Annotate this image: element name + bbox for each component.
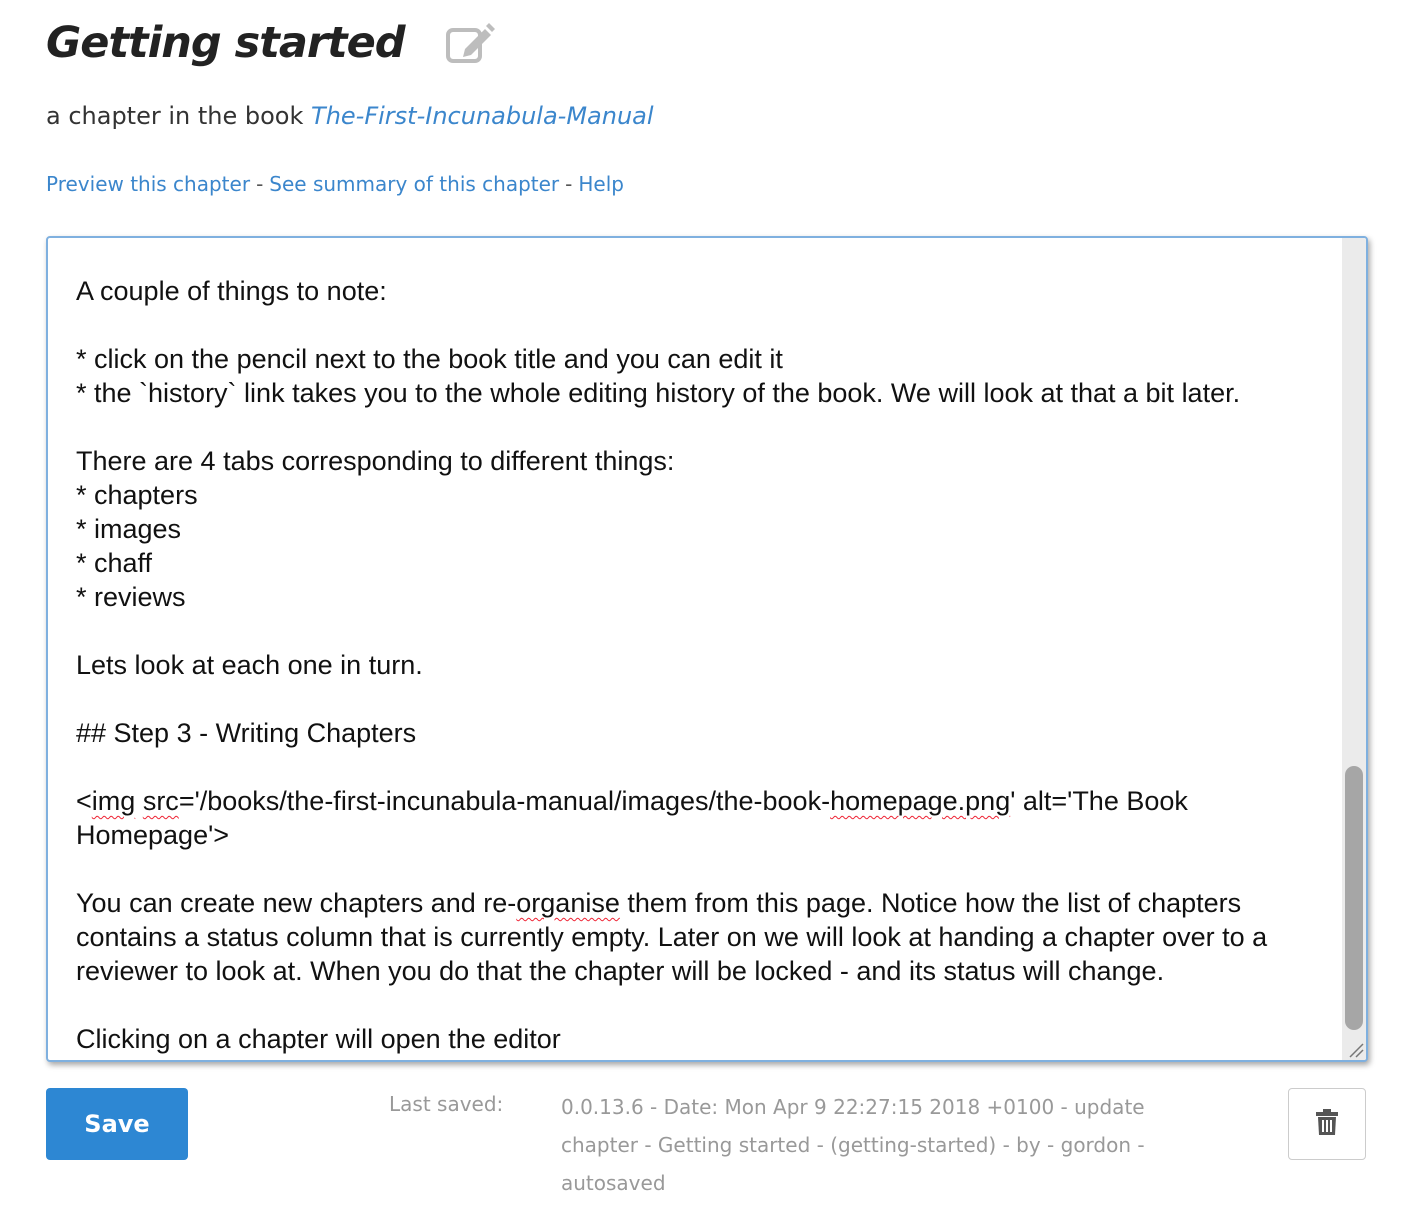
subtitle-prefix: a chapter in the book — [46, 102, 304, 130]
help-link[interactable]: Help — [578, 172, 624, 196]
editor-content[interactable]: A couple of things to note: * click on t… — [76, 274, 1322, 1056]
chapter-editor-textarea[interactable]: A couple of things to note: * click on t… — [46, 236, 1368, 1062]
editor-text-fragment: < — [76, 786, 92, 816]
chapter-summary-link[interactable]: See summary of this chapter — [269, 172, 559, 196]
editor-scrollbar[interactable] — [1342, 238, 1366, 1060]
chapter-page: Getting started a chapter in the book Th… — [46, 0, 1368, 1212]
trash-icon — [1316, 1108, 1338, 1140]
editor-line: * reviews — [76, 582, 186, 612]
editor-text-fragment — [135, 786, 143, 816]
editor-line: A couple of things to note: — [76, 276, 387, 306]
save-button[interactable]: Save — [46, 1088, 188, 1160]
editor-line: * images — [76, 514, 182, 544]
page-title: Getting started — [46, 18, 406, 68]
title-row: Getting started — [46, 12, 495, 74]
link-separator: - — [565, 172, 573, 196]
editor-line: There are 4 tabs corresponding to differ… — [76, 446, 675, 476]
spellcheck-word: homepage.png — [830, 786, 1011, 816]
editor-line: Clicking on a chapter will open the edit… — [76, 1024, 561, 1054]
editor-line: * click on the pencil next to the book t… — [76, 344, 783, 374]
editor-text-fragment: ='/books/the-first-incunabula-manual/ima… — [178, 786, 831, 816]
last-saved-label: Last saved: — [389, 1092, 504, 1116]
spellcheck-word: organise — [516, 888, 620, 918]
spellcheck-word: src — [142, 786, 179, 816]
book-link[interactable]: The-First-Incunabula-Manual — [311, 102, 654, 130]
resize-grip-icon[interactable] — [1346, 1040, 1364, 1058]
chapter-links: Preview this chapter - See summary of this… — [46, 172, 624, 196]
editor-text-fragment: You can create new chapters and re- — [76, 888, 517, 918]
last-saved-info: 0.0.13.6 - Date: Mon Apr 9 22:27:15 2018… — [561, 1095, 1145, 1195]
editor-line: Lets look at each one in turn. — [76, 650, 423, 680]
pencil-edit-icon[interactable] — [445, 21, 495, 65]
editor-line: You can create new chapters and re-organ… — [76, 886, 1322, 988]
editor-line: * chaff — [76, 548, 153, 578]
editor-line: ## Step 3 - Writing Chapters — [76, 718, 417, 748]
scrollbar-thumb[interactable] — [1345, 766, 1363, 1030]
preview-chapter-link[interactable]: Preview this chapter — [46, 172, 250, 196]
editor-line: * the `history` link takes you to the wh… — [76, 378, 1241, 408]
chapter-subtitle: a chapter in the book The-First-Incunabu… — [46, 102, 654, 130]
editor-line: * chapters — [76, 480, 198, 510]
link-separator: - — [256, 172, 264, 196]
editor-line: <img src='/books/the-first-incunabula-ma… — [76, 784, 1322, 852]
spellcheck-word: img — [91, 786, 136, 816]
delete-button[interactable] — [1288, 1088, 1366, 1160]
